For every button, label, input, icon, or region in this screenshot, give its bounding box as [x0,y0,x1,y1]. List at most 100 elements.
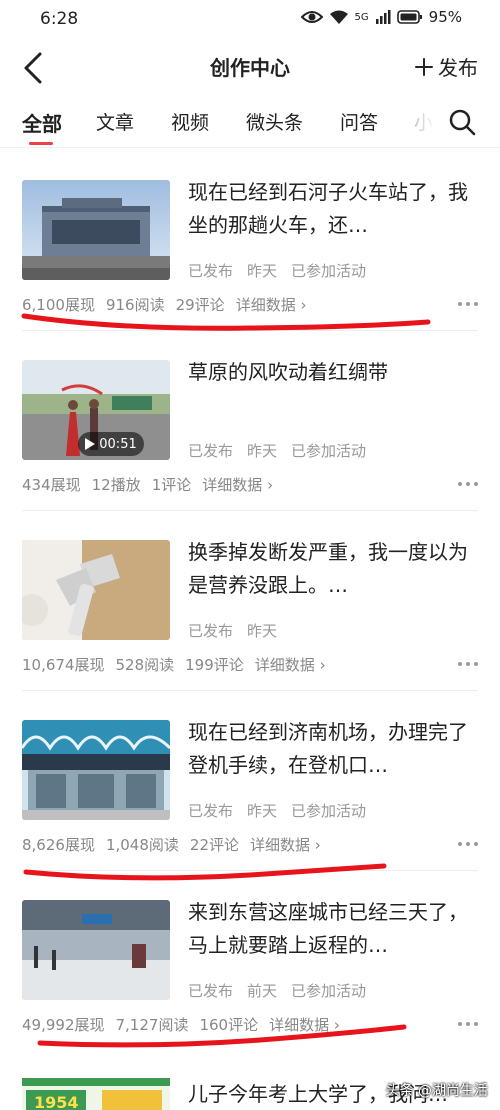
stat-impressions: 434展现 [22,476,81,494]
stat-comments: 1评论 [151,476,192,494]
detail-link[interactable]: 详细数据 › [255,654,326,675]
thumbnail-station-hall [22,900,170,1000]
more-dots-icon [458,842,462,846]
wifi-icon [329,9,349,25]
list-item[interactable]: 来到东营这座城市已经三天了，马上就要踏上返程的… 已发布 前天 已参加活动 49… [0,870,500,1050]
detail-link[interactable]: 详细数据 › [236,294,307,315]
stat-comments: 22评论 [189,836,239,854]
more-dots-icon [458,1022,462,1026]
eye-icon [300,9,323,25]
item-stats: 6,100展现 916阅读 29评论 详细数据 › [22,294,306,315]
divider [22,510,478,511]
detail-link[interactable]: 详细数据 › [202,474,273,495]
meta-activity: 已参加活动 [291,262,367,280]
more-button[interactable] [458,842,478,846]
publish-label: 发布 [438,56,478,80]
thumb-number: 1954 [34,1093,79,1110]
item-title[interactable]: 来到东营这座城市已经三天了，马上就要踏上返程的… [188,896,478,962]
more-button[interactable] [458,662,478,666]
more-dots-icon [458,482,462,486]
item-stats: 49,992展现 7,127阅读 160评论 详细数据 › [22,1014,340,1035]
meta-status: 已发布 [188,982,234,1000]
detail-label: 详细数据 [235,296,296,314]
item-meta: 已发布 昨天 [188,620,277,641]
item-stats: 10,674展现 528阅读 199评论 详细数据 › [22,654,326,675]
meta-time: 昨天 [247,262,278,280]
thumbnail-ad: 1954 [22,1078,170,1110]
play-icon [85,438,96,450]
status-time: 6:28 [40,9,79,29]
list-item[interactable]: 00:51 草原的风吹动着红绸带 已发布 昨天 已参加活动 434展现 12播放… [0,330,500,510]
stat-impressions: 49,992展现 [22,1016,105,1034]
item-meta: 已发布 昨天 已参加活动 [188,440,366,461]
video-duration: 00:51 [99,436,137,452]
item-stats: 434展现 12播放 1评论 详细数据 › [22,474,273,495]
item-title[interactable]: 现在已经到石河子火车站了，我坐的那趟火车，还… [188,176,478,242]
tab-videos[interactable]: 视频 [171,108,209,135]
tab-articles[interactable]: 文章 [96,108,134,135]
chevron-right-icon: › [319,656,326,674]
item-meta: 已发布 昨天 已参加活动 [188,800,366,821]
search-button[interactable] [446,106,478,138]
tab-all[interactable]: 全部 [22,108,62,137]
tab-qa[interactable]: 问答 [340,108,378,135]
detail-label: 详细数据 [254,656,315,674]
app-header: 创作中心 发布 [0,40,500,94]
battery-percent: 95% [428,8,462,26]
detail-label: 详细数据 [202,476,263,494]
stat-reads: 7,127阅读 [115,1016,189,1034]
search-icon [449,109,476,136]
meta-time: 昨天 [247,442,278,460]
meta-time: 前天 [247,982,278,1000]
more-button[interactable] [458,482,478,486]
meta-time: 昨天 [247,802,278,820]
stat-comments: 29评论 [175,296,225,314]
stat-reads: 1,048阅读 [105,836,179,854]
stat-reads: 916阅读 [105,296,165,314]
list-item[interactable]: 换季掉发断发严重，我一度以为是营养没跟上。… 已发布 昨天 10,674展现 5… [0,510,500,690]
tab-micro-posts[interactable]: 微头条 [246,108,303,135]
stat-reads: 528阅读 [115,656,175,674]
stat-impressions: 10,674展现 [22,656,105,674]
meta-status: 已发布 [188,802,234,820]
divider [22,870,478,871]
thumbnail-hair-dryer [22,540,170,640]
stat-impressions: 8,626展现 [22,836,95,854]
more-button[interactable] [458,1022,478,1026]
thumbnail-airport [22,720,170,820]
detail-link[interactable]: 详细数据 › [250,834,321,855]
list-item[interactable]: 现在已经到济南机场，办理完了登机手续，在登机口… 已发布 昨天 已参加活动 8,… [0,690,500,870]
signal-icon [375,9,391,25]
stat-plays: 12播放 [91,476,141,494]
status-icons: 5G 95% [300,8,462,26]
detail-link[interactable]: 详细数据 › [269,1014,340,1035]
publish-button[interactable]: 发布 [414,52,478,81]
detail-label: 详细数据 [250,836,311,854]
active-tab-indicator [29,142,53,145]
item-stats: 8,626展现 1,048阅读 22评论 详细数据 › [22,834,321,855]
item-meta: 已发布 前天 已参加活动 [188,980,366,1001]
stat-impressions: 6,100展现 [22,296,95,314]
thumbnail-station [22,180,170,280]
watermark: 头条 @湖尚生活 [385,1083,488,1099]
item-title[interactable]: 现在已经到济南机场，办理完了登机手续，在登机口… [188,716,478,782]
item-meta: 已发布 昨天 已参加活动 [188,260,366,281]
battery-icon [396,9,423,25]
item-title[interactable]: 换季掉发断发严重，我一度以为是营养没跟上。… [188,536,478,602]
plus-icon [415,57,433,76]
meta-activity: 已参加活动 [291,442,367,460]
item-title[interactable]: 草原的风吹动着红绸带 [188,356,478,389]
meta-status: 已发布 [188,442,234,460]
chevron-right-icon: › [333,1016,340,1034]
divider [22,690,478,691]
stat-comments: 199评论 [185,656,244,674]
video-duration-badge: 00:51 [78,432,144,456]
chevron-right-icon: › [267,476,274,494]
more-button[interactable] [458,302,478,306]
meta-status: 已发布 [188,262,234,280]
meta-activity: 已参加活动 [291,982,367,1000]
tab-fade [396,96,436,146]
status-bar: 6:28 5G 95% [0,0,500,38]
divider [22,330,478,331]
list-item[interactable]: 现在已经到石河子火车站了，我坐的那趟火车，还… 已发布 昨天 已参加活动 6,1… [0,150,500,330]
